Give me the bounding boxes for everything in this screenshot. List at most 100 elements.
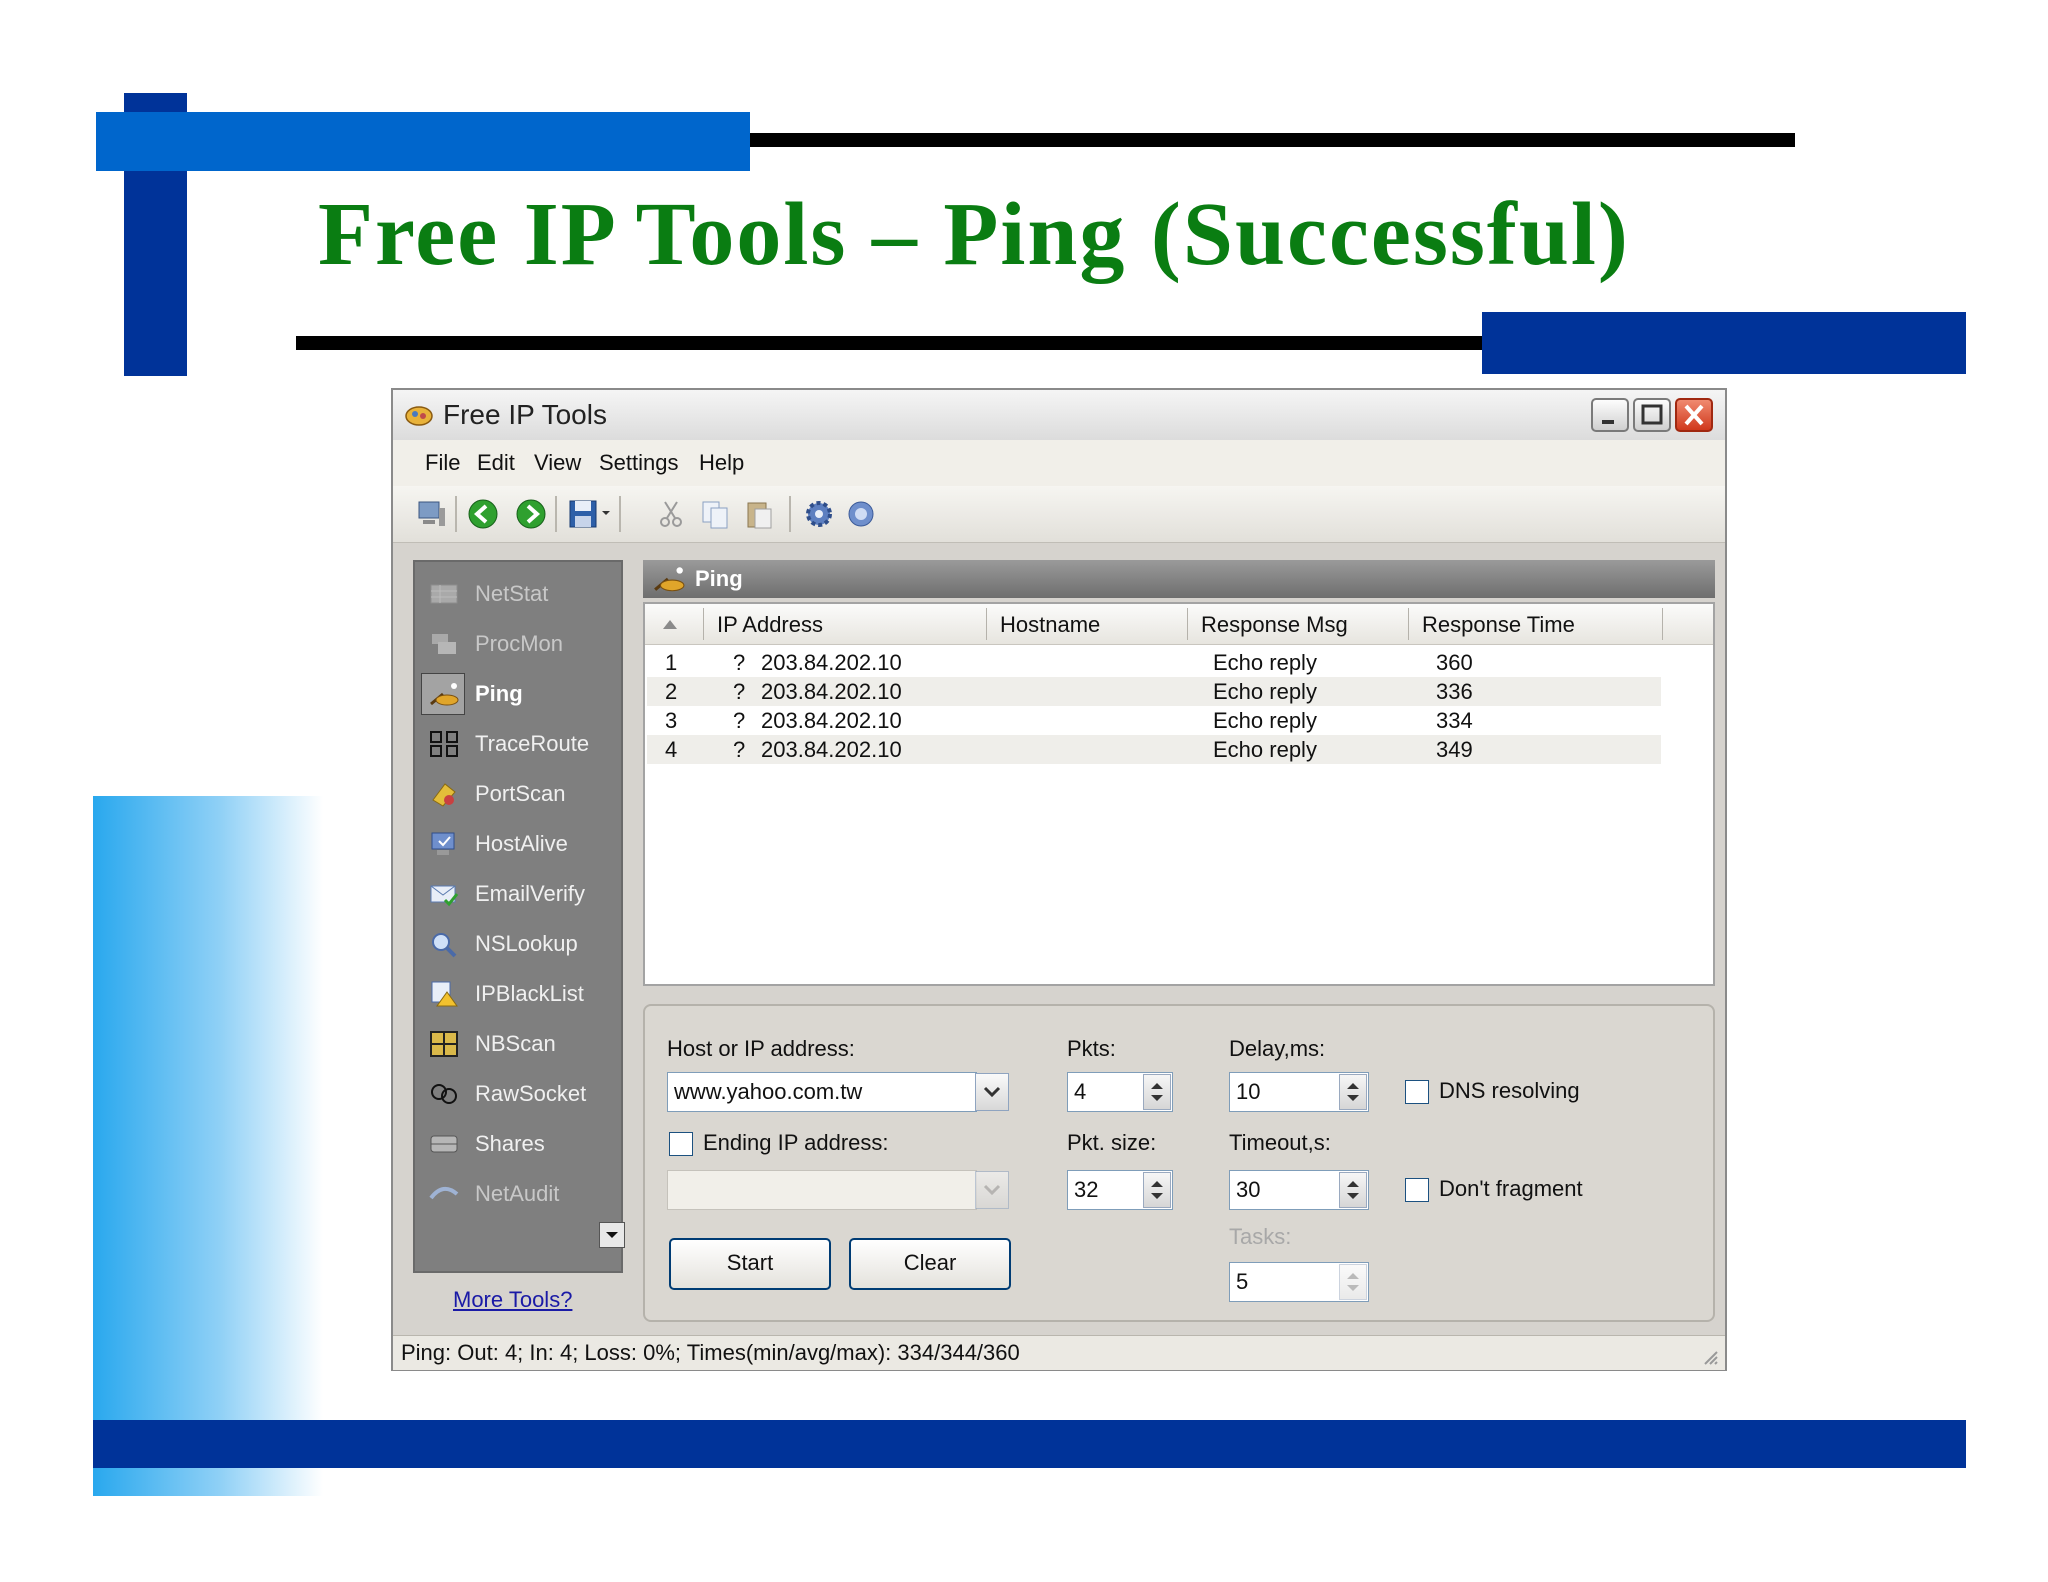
row-response-time: 360 [1436,650,1473,675]
sidebar-item-nslookup[interactable]: NSLookup [415,920,621,968]
sidebar-item-nbscan[interactable]: NBScan [415,1020,621,1068]
back-icon[interactable] [467,498,499,530]
sidebar-item-traceroute[interactable]: TraceRoute [415,720,621,768]
column-header-response-msg[interactable]: Response Msg [1201,612,1348,638]
sidebar-item-portscan[interactable]: PortScan [415,770,621,818]
column-header-response-time[interactable]: Response Time [1422,612,1575,638]
status-bar: Ping: Out: 4; In: 4; Loss: 0%; Times(min… [393,1335,1725,1370]
tasks-stepper[interactable] [1339,1264,1367,1300]
sidebar-item-netstat[interactable]: NetStat [415,570,621,618]
list-header: IP Address Hostname Response Msg Respons… [645,604,1713,645]
pkt-size-label: Pkt. size: [1067,1130,1157,1155]
forward-icon[interactable] [515,498,547,530]
resize-grip-icon[interactable] [1699,1346,1719,1366]
deco-mid-right-bar [1482,312,1966,374]
copy-icon[interactable] [699,498,731,530]
table-row[interactable]: 4 ? 203.84.202.10 Echo reply 349 [647,735,1661,764]
stepper-arrows-icon [1347,1273,1359,1291]
sidebar-item-rawsocket[interactable]: RawSocket [415,1070,621,1118]
toolbar-separator [619,496,621,532]
delay-stepper[interactable] [1339,1074,1367,1110]
maximize-button[interactable] [1633,398,1671,432]
timeout-stepper[interactable] [1339,1172,1367,1208]
start-button[interactable]: Start [669,1238,831,1290]
row-flag: ? [733,708,746,733]
close-button[interactable] [1675,398,1713,432]
menu-help[interactable]: Help [699,450,744,476]
sort-ascending-icon[interactable] [661,618,679,630]
slide-title: Free IP Tools – Ping (Successful) [318,185,1630,284]
help-icon[interactable] [845,498,877,530]
clear-button[interactable]: Clear [849,1238,1011,1290]
title-bar[interactable]: Free IP Tools [393,390,1725,441]
deco-top-bar [96,112,750,171]
toolbar [393,486,1725,543]
chevron-down-icon [983,1086,1001,1098]
cut-icon[interactable] [655,498,687,530]
portscan-icon [432,783,456,807]
chevron-down-icon[interactable] [601,508,611,518]
ping-results-list[interactable]: IP Address Hostname Response Msg Respons… [643,602,1715,986]
table-row[interactable]: 1 ? 203.84.202.10 Echo reply 360 [647,648,1661,677]
sidebar-item-label: NetStat [475,581,549,606]
row-number: 4 [665,737,678,762]
pkt-size-stepper[interactable] [1143,1172,1171,1208]
row-response-time: 349 [1436,737,1473,762]
more-tools-link[interactable]: More Tools? [453,1287,572,1313]
menu-edit[interactable]: Edit [477,450,515,476]
tasks-label: Tasks: [1229,1224,1292,1249]
chevron-down-icon [983,1184,1001,1196]
column-header-hostname[interactable]: Hostname [1000,612,1100,638]
sidebar-item-label: NSLookup [475,931,578,956]
ending-ip-dropdown-button[interactable] [975,1171,1009,1209]
ending-ip-input[interactable] [667,1170,977,1210]
sidebar-item-label: NetAudit [475,1181,560,1206]
tools-sidebar: NetStat ProcMon Ping TraceRoute PortScan… [413,560,625,1273]
deco-top-line [750,133,1795,147]
dns-resolving-checkbox[interactable] [1405,1080,1429,1104]
ending-ip-checkbox[interactable] [669,1132,693,1156]
sidebar-item-netaudit[interactable]: NetAudit [415,1170,621,1218]
host-dropdown-button[interactable] [975,1073,1009,1111]
menu-file[interactable]: File [425,450,460,476]
host-input[interactable]: www.yahoo.com.tw [667,1072,977,1112]
stepper-arrows-icon [1347,1083,1359,1101]
sidebar-item-label: NBScan [475,1031,556,1056]
sidebar-item-hostalive[interactable]: HostAlive [415,820,621,868]
panel-title: Ping [695,566,743,591]
sidebar-item-ping[interactable]: Ping [415,670,621,718]
ping-icon [430,683,459,706]
minimize-button[interactable] [1591,398,1629,432]
row-response-msg: Echo reply [1213,708,1317,733]
maximize-icon [1641,404,1663,425]
rawsocket-icon [431,1084,457,1104]
menu-view[interactable]: View [534,450,581,476]
sidebar-item-shares[interactable]: Shares [415,1120,621,1168]
delay-label: Delay,ms: [1229,1036,1326,1061]
row-response-msg: Echo reply [1213,650,1317,675]
column-separator [1662,608,1663,640]
dont-fragment-checkbox[interactable] [1405,1178,1429,1202]
row-ip: 203.84.202.10 [761,679,902,704]
deco-bottom-bar [93,1420,1966,1468]
sidebar-item-emailverify[interactable]: EmailVerify [415,870,621,918]
row-flag: ? [733,679,746,704]
dont-fragment-label: Don't fragment [1439,1176,1583,1201]
save-icon[interactable] [567,498,599,530]
computer-icon[interactable] [415,498,447,530]
table-row[interactable]: 3 ? 203.84.202.10 Echo reply 334 [647,706,1661,735]
sidebar-item-ipblacklist[interactable]: IPBlackList [415,970,621,1018]
sidebar-item-label: PortScan [475,781,566,806]
gear-icon[interactable] [803,498,835,530]
menu-settings[interactable]: Settings [599,450,679,476]
paste-icon[interactable] [743,498,775,530]
chevron-down-icon [606,1232,618,1238]
pkts-stepper[interactable] [1143,1074,1171,1110]
sidebar-scroll-down-button[interactable] [599,1222,625,1248]
ping-icon [654,567,685,592]
table-row[interactable]: 2 ? 203.84.202.10 Echo reply 336 [647,677,1661,706]
row-flag: ? [733,650,746,675]
sidebar-item-label: RawSocket [475,1081,587,1106]
sidebar-item-procmon[interactable]: ProcMon [415,620,621,668]
column-header-ip-address[interactable]: IP Address [717,612,823,638]
